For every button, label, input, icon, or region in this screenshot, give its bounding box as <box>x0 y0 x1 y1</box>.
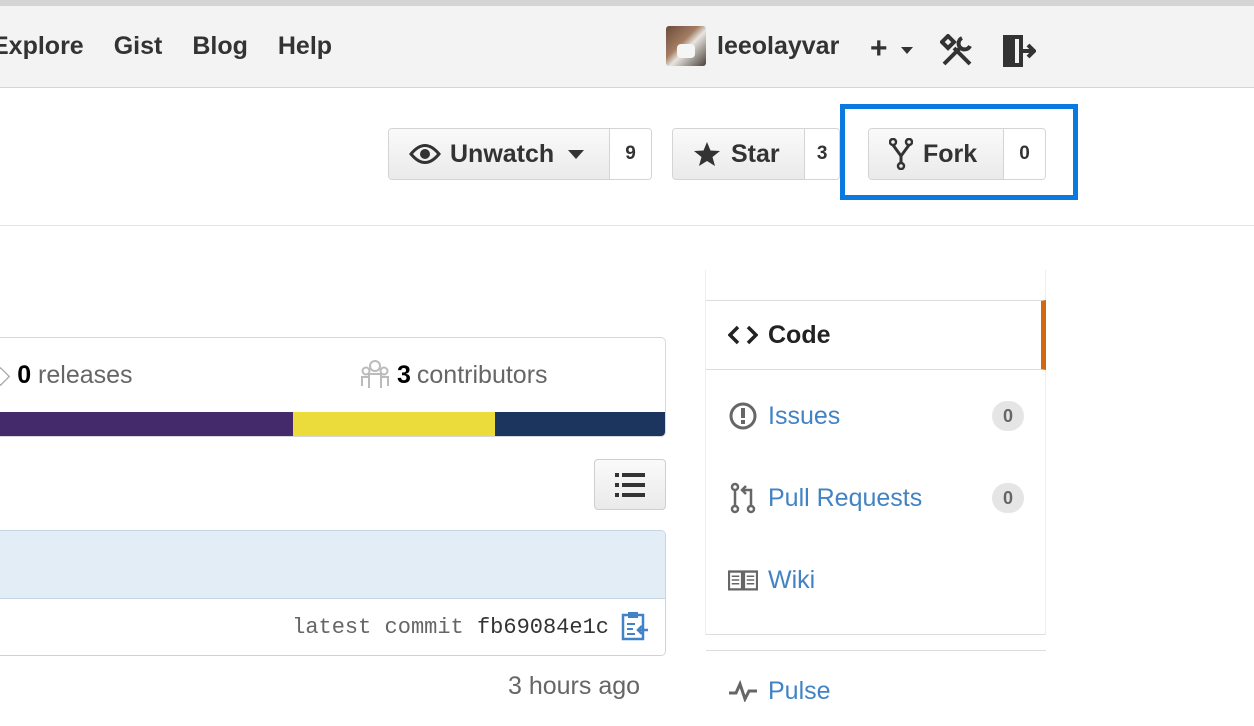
issue-icon <box>728 401 758 431</box>
nav-help[interactable]: Help <box>278 32 332 61</box>
pull-request-icon <box>728 482 758 514</box>
star-icon <box>693 141 721 167</box>
sidebar-item-label: Issues <box>768 401 841 430</box>
code-icon <box>728 325 758 345</box>
eye-icon <box>409 143 441 165</box>
sidebar-item-label: Wiki <box>768 565 816 594</box>
user-menu[interactable]: leeolayvar <box>666 26 839 66</box>
star-button-group: Star 3 <box>672 128 840 180</box>
stargazers-count[interactable]: 3 <box>805 129 839 179</box>
top-header: Explore Gist Blog Help leeolayvar + <box>0 0 1254 88</box>
language-segment <box>293 412 495 436</box>
chevron-down-icon <box>568 149 585 159</box>
latest-commit-box: latest commit fb69084e1c <box>0 530 666 656</box>
sidebar-item-pulse[interactable]: Pulse <box>706 656 1046 726</box>
star-button[interactable]: Star <box>673 129 806 179</box>
commit-time-ago: 3 hours ago <box>508 672 641 700</box>
star-label: Star <box>731 139 780 168</box>
unwatch-label: Unwatch <box>450 139 555 168</box>
list-icon <box>615 472 645 503</box>
releases-label: releases <box>38 361 133 389</box>
commit-meta-row: latest commit fb69084e1c <box>0 599 665 655</box>
pull-requests-count-badge: 0 <box>992 483 1024 513</box>
main-nav: Explore Gist Blog Help <box>0 32 362 61</box>
latest-commit-label: latest commit <box>292 615 464 640</box>
watch-button-group: Unwatch 9 <box>388 128 652 180</box>
sidebar-item-pull-requests[interactable]: Pull Requests 0 <box>706 463 1046 533</box>
releases-stat[interactable]: ◇ 0 releases <box>0 360 133 390</box>
nav-blog[interactable]: Blog <box>192 32 248 61</box>
language-bar[interactable] <box>0 412 665 436</box>
sidebar-item-wiki[interactable]: Wiki <box>706 545 1046 615</box>
pulse-icon <box>728 680 758 702</box>
language-segment <box>495 412 665 436</box>
create-new-button[interactable]: + <box>870 34 888 64</box>
nav-gist[interactable]: Gist <box>114 32 163 61</box>
contributors-count: 3 <box>397 360 411 389</box>
releases-count: 0 <box>17 361 32 389</box>
sidebar-item-label: Code <box>768 320 831 349</box>
repo-summary: ◇ 0 releases 3 contributors <box>0 337 666 437</box>
list-view-button[interactable] <box>594 459 666 510</box>
contributors-label: contributors <box>416 360 548 389</box>
settings-tools-icon[interactable] <box>939 33 974 73</box>
contributors-stat[interactable]: 3 contributors <box>361 360 548 390</box>
repo-sidebar-nav: Code Issues 0 Pull Requests 0 Wiki Pulse <box>706 270 1046 705</box>
language-segment <box>0 412 293 436</box>
sidebar-item-code[interactable]: Code <box>706 300 1046 370</box>
sidebar-item-label: Pull Requests <box>768 483 923 512</box>
avatar[interactable] <box>666 26 706 66</box>
people-icon <box>361 360 389 390</box>
clipboard-icon[interactable] <box>621 611 649 646</box>
chevron-down-icon[interactable] <box>901 47 913 54</box>
fork-highlight-box <box>840 104 1078 200</box>
commit-sha-link[interactable]: fb69084e1c <box>477 615 609 640</box>
sidebar-item-label: Pulse <box>768 676 831 705</box>
issues-count-badge: 0 <box>992 401 1024 431</box>
book-icon <box>728 569 758 591</box>
latest-commit-text: latest commit fb69084e1c <box>292 615 609 640</box>
sign-out-icon[interactable] <box>1002 34 1037 73</box>
unwatch-button[interactable]: Unwatch <box>389 129 610 179</box>
watchers-count[interactable]: 9 <box>610 129 651 179</box>
username[interactable]: leeolayvar <box>717 32 839 61</box>
commit-header <box>0 531 665 599</box>
nav-explore[interactable]: Explore <box>0 32 84 61</box>
tag-icon: ◇ <box>0 361 10 389</box>
sidebar-item-issues[interactable]: Issues 0 <box>706 381 1046 451</box>
